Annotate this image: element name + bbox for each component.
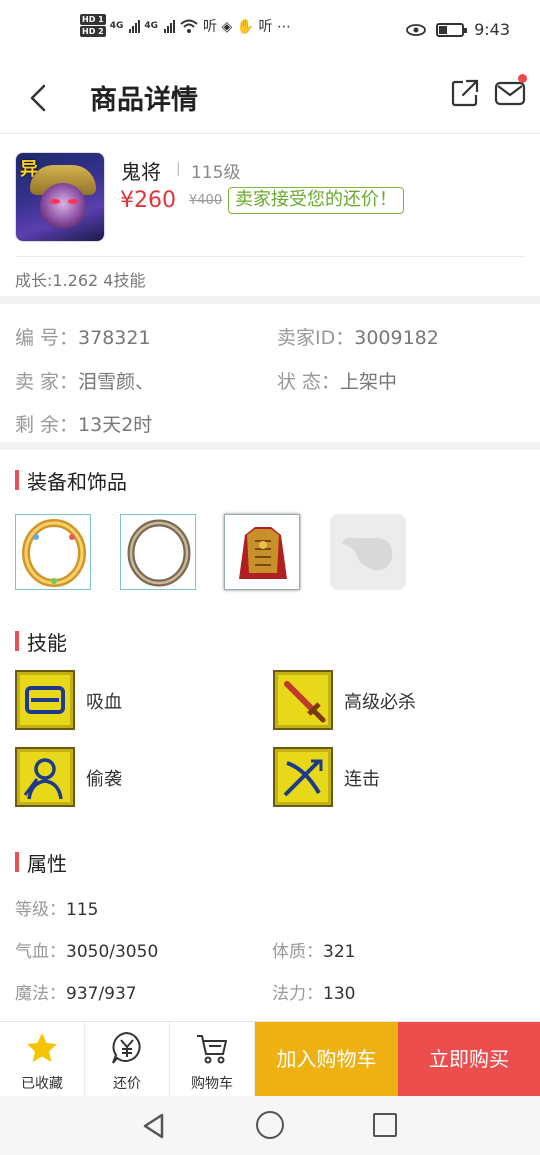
bargain-button[interactable]: 还价 <box>85 1022 170 1097</box>
unread-dot <box>518 74 527 83</box>
add-to-cart-button[interactable]: 加入购物车 <box>255 1022 398 1097</box>
network-type-1: 4G <box>109 20 124 31</box>
status-right: 9:43 <box>406 20 510 39</box>
attributes-section-title: 属性 <box>15 848 67 877</box>
back-icon[interactable] <box>22 80 58 116</box>
network-type-2: 4G <box>144 20 158 31</box>
app-header: 商品详情 <box>0 62 540 134</box>
share-icon[interactable] <box>450 78 480 108</box>
attr-constitution: 体质：321 <box>272 942 356 962</box>
star-icon <box>27 1033 57 1062</box>
clock: 9:43 <box>474 20 510 39</box>
original-price: ¥400 <box>189 193 223 208</box>
pet-name: 鬼将 <box>121 160 161 184</box>
section-gap <box>0 296 540 304</box>
skill-name: 吸血 <box>86 692 122 713</box>
time-remaining: 剩 余：13天2时 <box>15 414 153 436</box>
ambush-skill-icon[interactable] <box>15 747 75 807</box>
yuan-bubble-icon <box>112 1031 141 1064</box>
attr-level: 等级：115 <box>15 900 99 920</box>
sword-skill-icon[interactable] <box>273 670 333 730</box>
pet-avatar[interactable]: 异 <box>15 152 105 242</box>
variant-badge: 异 <box>20 159 38 180</box>
notification-icons: 听 ◈ ✋ 听 ⋯ <box>203 18 291 35</box>
battery-icon <box>436 22 468 37</box>
favorite-button[interactable]: 已收藏 <box>0 1022 85 1097</box>
nav-back-icon[interactable] <box>140 1112 168 1140</box>
signal-icon-2 <box>164 19 175 33</box>
eye-comfort-icon <box>406 23 426 36</box>
equipment-ring-gold[interactable] <box>15 514 91 590</box>
ring-icon <box>22 519 86 587</box>
skill-name: 偷袭 <box>86 769 122 790</box>
hd-indicator: HD 1 HD 2 <box>80 14 106 37</box>
equipment-armor[interactable] <box>224 514 300 590</box>
attr-mp: 魔法：937/937 <box>15 984 137 1004</box>
section-gap <box>0 442 540 450</box>
nav-recents-icon[interactable] <box>373 1113 397 1137</box>
ring-icon <box>127 519 191 587</box>
growth-info: 成长:1.262 4技能 <box>15 271 146 290</box>
item-id: 编 号：378321 <box>15 327 151 349</box>
equipment-ring-silver[interactable] <box>120 514 196 590</box>
cart-button[interactable]: 购物车 <box>170 1022 255 1097</box>
bottom-action-bar: 已收藏 还价 购物车 加入购物车 立即购买 <box>0 1021 540 1097</box>
pet-level: 115级 <box>191 163 241 183</box>
armor-icon <box>239 527 287 579</box>
vampire-skill-icon[interactable] <box>15 670 75 730</box>
status-bar: HD 1 HD 2 4G 4G 听 ◈ ✋ 听 ⋯ 9:43 <box>0 0 540 62</box>
skill-name: 连击 <box>344 769 380 790</box>
name-separator: | <box>176 161 181 177</box>
divider <box>15 256 525 257</box>
offer-accepted-badge: 卖家接受您的还价！ <box>228 187 404 214</box>
wifi-icon <box>180 19 198 33</box>
system-nav-bar <box>0 1096 540 1155</box>
skill-name: 高级必杀 <box>344 692 416 713</box>
status-left: HD 1 HD 2 4G 4G 听 ◈ ✋ 听 ⋯ <box>80 14 291 37</box>
equipment-section-title: 装备和饰品 <box>15 466 127 495</box>
equipment-slot-empty[interactable] <box>330 514 406 590</box>
attr-hp: 气血：3050/3050 <box>15 942 159 962</box>
buy-now-button[interactable]: 立即购买 <box>398 1022 540 1097</box>
price: ¥260 <box>120 188 176 213</box>
skills-section-title: 技能 <box>15 627 67 656</box>
combo-skill-icon[interactable] <box>273 747 333 807</box>
page-title: 商品详情 <box>90 85 198 116</box>
empty-slot-icon <box>342 537 393 571</box>
signal-icon <box>129 19 141 33</box>
cart-icon <box>197 1035 227 1064</box>
seller-id: 卖家ID：3009182 <box>277 327 439 349</box>
listing-status: 状 态：上架中 <box>277 371 398 393</box>
seller-name: 卖 家：泪雪颜、 <box>15 371 155 393</box>
nav-home-icon[interactable] <box>256 1111 284 1139</box>
product-summary: 异 鬼将 | 115级 ¥260 ¥400 卖家接受您的还价！ 成长:1.262… <box>0 136 540 296</box>
attr-magic: 法力：130 <box>272 984 356 1004</box>
